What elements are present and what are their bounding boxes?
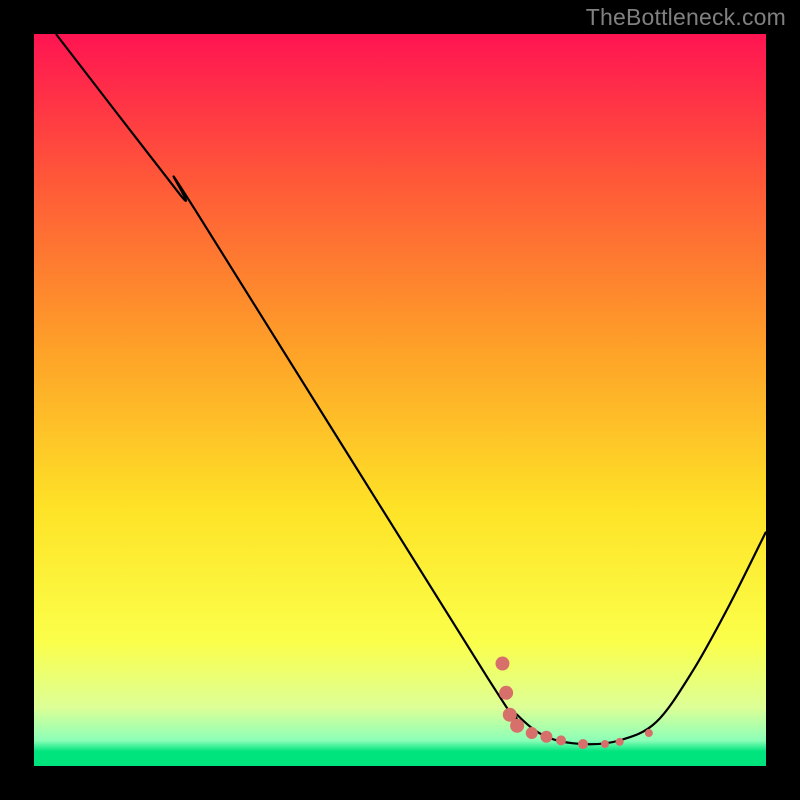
watermark-label: TheBottleneck.com <box>586 4 786 31</box>
bottleneck-chart <box>0 0 800 800</box>
data-marker <box>578 739 588 749</box>
data-marker <box>526 727 538 739</box>
data-marker <box>556 735 566 745</box>
data-marker <box>495 657 509 671</box>
data-marker <box>601 740 609 748</box>
plot-background <box>34 34 766 766</box>
data-marker <box>645 729 653 737</box>
data-marker <box>540 731 552 743</box>
data-marker <box>616 738 624 746</box>
chart-container: TheBottleneck.com <box>0 0 800 800</box>
data-marker <box>499 686 513 700</box>
data-marker <box>510 719 524 733</box>
